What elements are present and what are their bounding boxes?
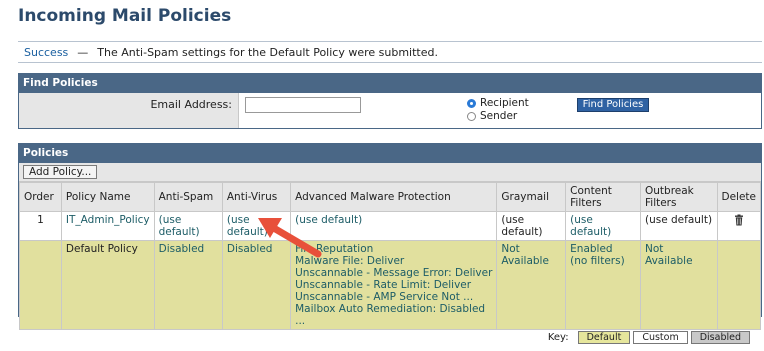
- content-filters-status: Enabled: [570, 243, 613, 255]
- col-policy-name: Policy Name: [60, 182, 155, 212]
- amp-line: Unscannable - Rate Limit: Deliver: [295, 279, 472, 291]
- find-policies-button[interactable]: Find Policies: [577, 98, 649, 112]
- email-address-label: Email Address:: [19, 93, 239, 128]
- col-anti-virus: Anti-Virus: [221, 182, 292, 212]
- amp-line: Unscannable - AMP Service Not ...: [295, 291, 474, 303]
- sender-radio[interactable]: Sender: [467, 110, 517, 122]
- table-row-default-policy: Default Policy Disabled Disabled File Re…: [19, 240, 761, 330]
- anti-virus-link[interactable]: (use default): [221, 211, 292, 241]
- recipient-radio[interactable]: Recipient: [467, 97, 529, 109]
- amp-line: ...: [295, 315, 306, 327]
- amp-line: Mailbox Auto Remediation: Disabled: [295, 303, 486, 315]
- outbreak-filters-value: (use default): [640, 211, 718, 241]
- radio-unselected-icon: [467, 111, 476, 121]
- radio-selected-icon: [467, 98, 476, 108]
- add-policy-button[interactable]: Add Policy...: [23, 165, 98, 179]
- delete-cell-empty: [716, 240, 761, 330]
- sender-radio-label: Sender: [480, 110, 518, 122]
- outbreak-filters-link[interactable]: Not Available: [640, 240, 718, 330]
- page-title: Incoming Mail Policies: [18, 6, 232, 26]
- graymail-link[interactable]: Not Available: [496, 240, 567, 330]
- key-disabled-swatch: Disabled: [690, 331, 750, 344]
- policy-name: Default Policy: [60, 240, 155, 330]
- row-order: 1: [19, 211, 62, 241]
- content-filters-detail: (no filters): [570, 255, 625, 267]
- table-row-it-admin: 1 IT_Admin_Policy (use default) (use def…: [19, 211, 761, 241]
- success-status: Success: [24, 45, 69, 59]
- key-default-swatch: Default: [577, 331, 631, 344]
- recipient-radio-label: Recipient: [480, 97, 529, 109]
- col-anti-spam: Anti-Spam: [153, 182, 223, 212]
- graymail-value: (use default): [496, 211, 567, 241]
- email-address-input[interactable]: [245, 97, 361, 113]
- policies-table: Order Policy Name Anti-Spam Anti-Virus A…: [19, 182, 761, 330]
- anti-spam-link[interactable]: (use default): [153, 211, 223, 241]
- col-content-filters: Content Filters: [565, 182, 641, 212]
- anti-virus-link[interactable]: Disabled: [221, 240, 292, 330]
- col-outbreak-filters: Outbreak Filters: [640, 182, 718, 212]
- col-order: Order: [19, 182, 62, 212]
- policies-header: Policies: [19, 144, 761, 163]
- col-graymail: Graymail: [496, 182, 567, 212]
- policies-panel: Policies Add Policy... Order Policy Name…: [18, 143, 762, 330]
- col-delete: Delete: [716, 182, 761, 212]
- content-filters-link[interactable]: (use default): [565, 211, 641, 241]
- trash-icon[interactable]: [733, 214, 745, 226]
- amp-link[interactable]: File Reputation Malware File: Deliver Un…: [290, 240, 498, 330]
- amp-line: Unscannable - Message Error: Deliver: [295, 267, 493, 279]
- col-amp: Advanced Malware Protection: [290, 182, 498, 212]
- delete-cell: [716, 211, 761, 241]
- amp-line: File Reputation: [295, 243, 374, 255]
- find-policies-header: Find Policies: [19, 74, 761, 93]
- notice-separator: —: [77, 45, 89, 59]
- row-order: [19, 240, 62, 330]
- policy-name-link[interactable]: IT_Admin_Policy: [60, 211, 155, 241]
- success-notice: Success — The Anti-Spam settings for the…: [18, 41, 762, 63]
- key-label: Key:: [547, 332, 569, 343]
- amp-line: Malware File: Deliver: [295, 255, 405, 267]
- amp-link[interactable]: (use default): [290, 211, 498, 241]
- key-legend: Key: Default Custom Disabled: [548, 331, 750, 344]
- find-policies-panel: Find Policies Email Address: Recipient S…: [18, 73, 762, 129]
- key-custom-swatch: Custom: [633, 331, 688, 344]
- notice-message: The Anti-Spam settings for the Default P…: [97, 45, 438, 59]
- anti-spam-link[interactable]: Disabled: [153, 240, 223, 330]
- content-filters-link[interactable]: Enabled (no filters): [565, 240, 641, 330]
